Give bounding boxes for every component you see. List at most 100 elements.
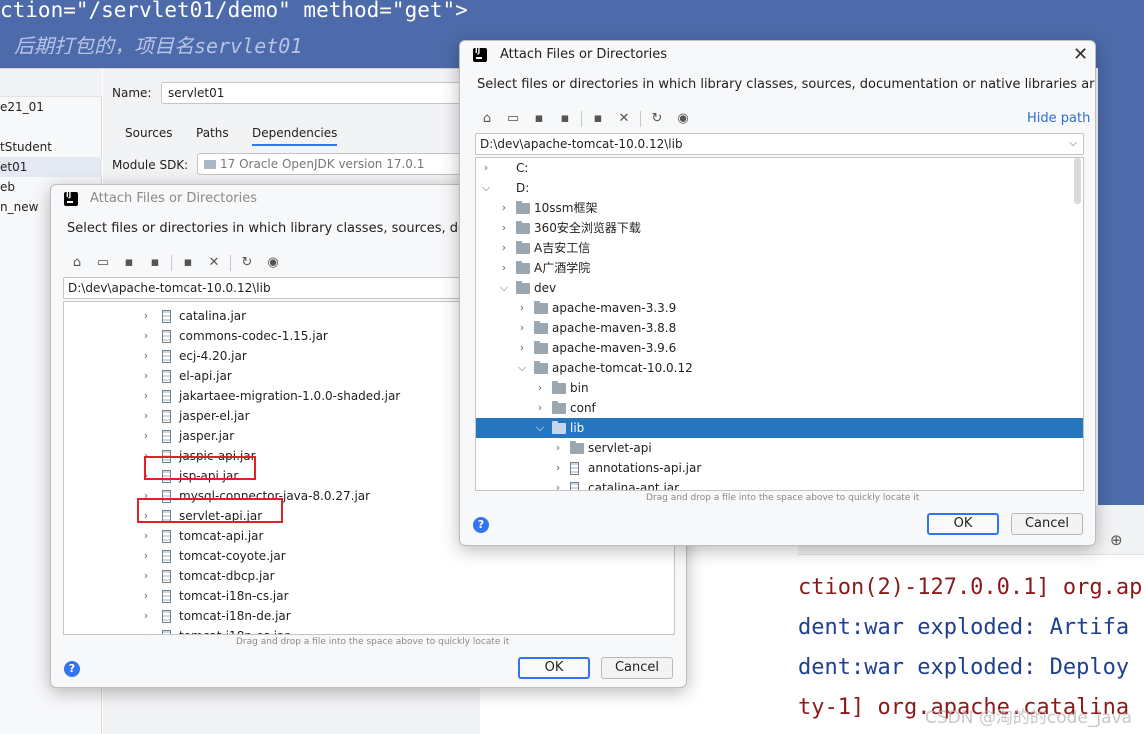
desktop-icon[interactable]: ▭ <box>95 255 111 271</box>
file-tree-row[interactable]: › annotations-api.jar <box>476 458 1083 478</box>
attach-files-dialog: Attach Files or Directories ✕ Select fil… <box>459 40 1096 546</box>
tab-sources[interactable]: Sources <box>125 124 172 146</box>
tree-node-label: annotations-api.jar <box>588 461 702 475</box>
tree-scrollbar[interactable] <box>1074 158 1081 204</box>
file-tree-row[interactable]: › C: <box>476 158 1083 178</box>
file-tree-row[interactable]: › A吉安工信 <box>476 238 1083 258</box>
project-folder-icon[interactable]: ▪ <box>121 255 137 271</box>
file-name: el-api.jar <box>179 369 232 383</box>
help-button[interactable]: ? <box>473 517 489 533</box>
refresh-icon[interactable]: ↻ <box>239 255 255 271</box>
module-sdk-select[interactable]: 17 Oracle OpenJDK version 17.0.1 <box>197 153 477 175</box>
file-tree-row[interactable]: › bin <box>476 378 1083 398</box>
tree-node-label: apache-maven-3.8.8 <box>552 321 677 335</box>
file-tree-row[interactable]: › tomcat-i18n-de.jar <box>64 606 674 626</box>
file-tree-row[interactable]: ⌵ D: <box>476 178 1083 198</box>
desktop-icon[interactable]: ▭ <box>505 111 521 127</box>
show-hidden-icon[interactable]: ◉ <box>265 255 281 271</box>
chevron-right-icon[interactable]: › <box>140 366 152 386</box>
file-tree-row[interactable]: › tomcat-i18n-cs.jar <box>64 586 674 606</box>
chevron-right-icon[interactable]: › <box>140 426 152 446</box>
file-tree-row[interactable]: ⌵ apache-tomcat-10.0.12 <box>476 358 1083 378</box>
ok-button[interactable]: OK <box>518 657 590 679</box>
chevron-right-icon[interactable]: › <box>498 238 510 258</box>
chevron-right-icon[interactable]: › <box>498 218 510 238</box>
module-folder-icon[interactable]: ▪ <box>557 111 573 127</box>
project-folder-icon[interactable]: ▪ <box>531 111 547 127</box>
tab-dependencies[interactable]: Dependencies <box>252 124 338 146</box>
file-tree-row[interactable]: › catalina-ant.jar <box>476 478 1083 490</box>
chevron-right-icon[interactable]: › <box>552 458 564 478</box>
home-icon[interactable]: ⌂ <box>69 255 85 271</box>
chevron-right-icon[interactable]: › <box>498 258 510 278</box>
file-tree-row[interactable]: › tomcat-dbcp.jar <box>64 566 674 586</box>
file-tree-row[interactable]: › servlet-api <box>476 438 1083 458</box>
tree-node-label: A广酒学院 <box>534 261 591 275</box>
module-item-selected[interactable]: et01 <box>0 157 102 177</box>
ok-button[interactable]: OK <box>927 513 999 535</box>
tree-node-label: apache-tomcat-10.0.12 <box>552 361 693 375</box>
chevron-right-icon[interactable]: › <box>516 318 528 338</box>
help-button[interactable]: ? <box>64 661 80 677</box>
settings-gear-icon[interactable]: ⊕ <box>1110 531 1123 549</box>
file-name: jasper-el.jar <box>179 409 250 423</box>
file-tree-row[interactable]: ⌵ dev <box>476 278 1083 298</box>
chevron-right-icon[interactable]: › <box>480 158 492 178</box>
module-name-input[interactable]: servlet01 <box>161 82 461 104</box>
file-tree[interactable]: › catalina-ant.jar › annotations-api.jar › se… <box>475 157 1084 491</box>
chevron-right-icon[interactable]: › <box>140 386 152 406</box>
file-tree-row-selected[interactable]: ⌵ lib <box>476 418 1083 438</box>
file-tree-row[interactable]: › 10ssm框架 <box>476 198 1083 218</box>
chevron-down-icon[interactable]: ⌵ <box>498 278 510 298</box>
show-hidden-icon[interactable]: ◉ <box>675 111 691 127</box>
refresh-icon[interactable]: ↻ <box>649 111 665 127</box>
file-tree-row[interactable]: › tomcat-i18n-es.jar <box>64 626 674 634</box>
cancel-button[interactable]: Cancel <box>1011 513 1083 535</box>
chevron-down-icon[interactable]: ⌵ <box>480 178 492 198</box>
file-tree-row[interactable]: › A广酒学院 <box>476 258 1083 278</box>
chevron-right-icon[interactable]: › <box>140 566 152 586</box>
hide-path-link[interactable]: Hide path <box>1027 111 1090 126</box>
file-tree-row[interactable]: › conf <box>476 398 1083 418</box>
file-tree-row[interactable]: › tomcat-coyote.jar <box>64 546 674 566</box>
delete-icon[interactable]: ✕ <box>616 111 632 127</box>
chevron-down-icon[interactable]: ⌵ <box>516 358 528 378</box>
jar-file-icon <box>570 462 579 475</box>
cancel-button[interactable]: Cancel <box>601 657 673 679</box>
chevron-right-icon[interactable]: › <box>140 306 152 326</box>
chevron-right-icon[interactable]: › <box>140 346 152 366</box>
module-item[interactable]: e21_01 <box>0 97 102 117</box>
chevron-right-icon[interactable]: › <box>140 406 152 426</box>
chevron-down-icon[interactable]: ⌵ <box>534 418 546 438</box>
chevron-down-icon[interactable]: ⌵ <box>1069 134 1077 154</box>
delete-icon[interactable]: ✕ <box>206 255 222 271</box>
home-icon[interactable]: ⌂ <box>479 111 495 127</box>
chevron-right-icon[interactable]: › <box>552 438 564 458</box>
chevron-right-icon[interactable]: › <box>140 626 152 634</box>
new-folder-icon[interactable]: ▪ <box>180 255 196 271</box>
chevron-right-icon[interactable]: › <box>552 478 564 490</box>
chevron-right-icon[interactable]: › <box>140 526 152 546</box>
close-icon[interactable]: ✕ <box>1073 46 1088 64</box>
chevron-right-icon[interactable]: › <box>516 338 528 358</box>
new-folder-icon[interactable]: ▪ <box>590 111 606 127</box>
tab-paths[interactable]: Paths <box>196 124 229 146</box>
chevron-right-icon[interactable]: › <box>516 298 528 318</box>
file-tree-row[interactable]: › apache-maven-3.9.6 <box>476 338 1083 358</box>
file-tree-row[interactable]: › apache-maven-3.3.9 <box>476 298 1083 318</box>
chevron-right-icon[interactable]: › <box>140 326 152 346</box>
module-item[interactable]: tStudent <box>0 137 102 157</box>
chevron-right-icon[interactable]: › <box>534 398 546 418</box>
chevron-right-icon[interactable]: › <box>140 586 152 606</box>
path-combobox[interactable]: D:\dev\apache-tomcat-10.0.12\lib ⌵ <box>475 133 1084 155</box>
chevron-right-icon[interactable]: › <box>140 546 152 566</box>
path-value: D:\dev\apache-tomcat-10.0.12\lib <box>480 137 683 151</box>
folder-icon <box>516 221 530 234</box>
module-folder-icon[interactable]: ▪ <box>147 255 163 271</box>
file-tree-row[interactable]: › 360安全浏览器下载 <box>476 218 1083 238</box>
chevron-right-icon[interactable]: › <box>498 198 510 218</box>
file-tree-row[interactable]: › apache-maven-3.8.8 <box>476 318 1083 338</box>
chevron-right-icon[interactable]: › <box>140 606 152 626</box>
chevron-right-icon[interactable]: › <box>534 378 546 398</box>
jar-file-icon <box>162 530 171 543</box>
